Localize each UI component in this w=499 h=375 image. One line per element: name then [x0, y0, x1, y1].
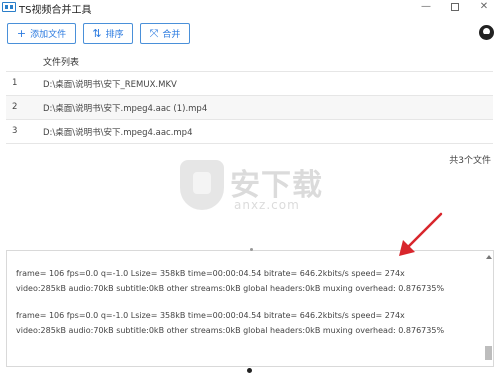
resize-handle[interactable]: [250, 248, 253, 251]
row-index: 3: [12, 126, 18, 136]
merge-label: 合并: [162, 30, 181, 40]
file-path: D:\桌面\说明书\安下.mpeg4.aac.mp4: [43, 128, 193, 138]
close-button[interactable]: ✕: [470, 0, 498, 16]
annotation-arrow-icon: [399, 212, 443, 256]
file-count: 共3个文件: [449, 156, 491, 166]
file-path: D:\桌面\说明书\安下.mpeg4.aac (1).mp4: [43, 104, 208, 114]
merge-button[interactable]: ⤧ 合并: [140, 23, 190, 44]
maximize-icon: [451, 3, 459, 11]
app-icon: [2, 2, 16, 12]
plus-icon: +: [16, 27, 27, 40]
scroll-up-icon[interactable]: [486, 255, 492, 259]
toolbar: + 添加文件 ⇅ 排序 ⤧ 合并: [0, 20, 499, 46]
log-scrollbar[interactable]: [485, 253, 492, 364]
add-file-button[interactable]: + 添加文件: [7, 23, 76, 44]
file-list-table: 文件列表 1 D:\桌面\说明书\安下_REMUX.MKV 2 D:\桌面\说明…: [6, 50, 493, 144]
watermark-url: anxz.com: [234, 198, 300, 212]
window-title: TS视频合并工具: [19, 5, 92, 16]
row-index: 1: [12, 78, 18, 88]
merge-icon: ⤧: [149, 27, 159, 40]
file-list-header: 文件列表: [43, 58, 80, 68]
log-line: frame= 106 fps=0.0 q=-1.0 Lsize= 358kB t…: [16, 269, 405, 278]
log-line: frame= 106 fps=0.0 q=-1.0 Lsize= 358kB t…: [16, 311, 405, 320]
row-index: 2: [12, 102, 18, 112]
file-path: D:\桌面\说明书\安下_REMUX.MKV: [43, 80, 177, 90]
table-row[interactable]: 1 D:\桌面\说明书\安下_REMUX.MKV: [6, 72, 493, 96]
shield-icon: [180, 160, 224, 210]
table-row[interactable]: 3 D:\桌面\说明书\安下.mpeg4.aac.mp4: [6, 120, 493, 144]
splitter-handle[interactable]: [247, 368, 252, 373]
log-line: video:285kB audio:70kB subtitle:0kB othe…: [16, 284, 445, 293]
table-row[interactable]: 2 D:\桌面\说明书\安下.mpeg4.aac (1).mp4: [6, 96, 493, 120]
sort-icon: ⇅: [92, 27, 102, 40]
scroll-thumb[interactable]: [485, 346, 492, 360]
sort-button[interactable]: ⇅ 排序: [83, 23, 133, 44]
add-file-label: 添加文件: [30, 30, 67, 40]
maximize-button[interactable]: [441, 0, 469, 16]
title-bar: TS视频合并工具 — ✕: [0, 0, 499, 16]
log-line: video:285kB audio:70kB subtitle:0kB othe…: [16, 326, 445, 335]
github-icon[interactable]: [479, 25, 494, 40]
table-header: 文件列表: [6, 50, 493, 72]
sort-label: 排序: [105, 30, 124, 40]
watermark-logo: 安下载 anxz.com: [180, 158, 340, 218]
log-output[interactable]: frame= 106 fps=0.0 q=-1.0 Lsize= 358kB t…: [6, 248, 494, 367]
minimize-button[interactable]: —: [412, 0, 440, 16]
